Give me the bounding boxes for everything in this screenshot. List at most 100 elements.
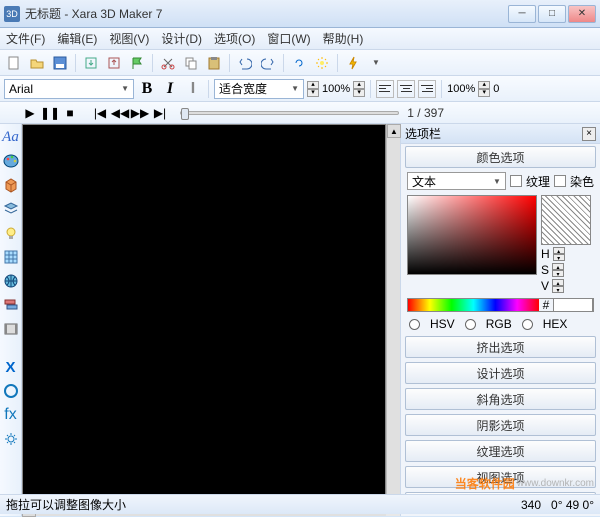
cursor-button[interactable]: I bbox=[183, 80, 203, 98]
texture-checkbox[interactable] bbox=[510, 175, 522, 187]
menubar: 文件(F) 编辑(E) 视图(V) 设计(D) 选项(O) 窗口(W) 帮助(H… bbox=[0, 28, 600, 50]
watermark: 当客软件园 www.downkr.com bbox=[455, 475, 594, 492]
save-icon[interactable] bbox=[50, 53, 70, 73]
fit-spinner[interactable]: ▴▾ bbox=[307, 81, 319, 97]
panel-close-icon[interactable]: × bbox=[582, 127, 596, 141]
target-selector[interactable]: 文本▼ bbox=[407, 172, 506, 190]
timeline-slider[interactable] bbox=[180, 111, 399, 115]
canvas-area: ▲ ◀ bbox=[22, 124, 400, 516]
prev-frame-icon[interactable]: ◀◀ bbox=[112, 105, 128, 121]
radio-hsv[interactable] bbox=[409, 319, 420, 330]
menu-options[interactable]: 选项(O) bbox=[214, 30, 255, 47]
align-right-button[interactable] bbox=[418, 80, 436, 98]
menu-edit[interactable]: 编辑(E) bbox=[57, 30, 97, 47]
fit-selector[interactable]: 适合宽度▼ bbox=[214, 79, 304, 99]
close-button[interactable]: ✕ bbox=[568, 5, 596, 23]
scroll-up-icon[interactable]: ▲ bbox=[387, 124, 401, 138]
palette-icon[interactable] bbox=[2, 152, 20, 170]
film-icon[interactable] bbox=[2, 320, 20, 338]
spin-value: 0 bbox=[493, 83, 499, 95]
panel-header: 选项栏 × bbox=[401, 124, 600, 144]
circle-tool-icon[interactable] bbox=[2, 382, 20, 400]
window-controls: ─ □ ✕ bbox=[508, 5, 596, 23]
first-frame-icon[interactable]: |◀ bbox=[92, 105, 108, 121]
zoom1-spinner[interactable]: ▴▾ bbox=[353, 81, 365, 97]
texture-label: 纹理 bbox=[526, 173, 550, 190]
undo-icon[interactable] bbox=[235, 53, 255, 73]
hsv-s-label: S bbox=[541, 263, 549, 277]
new-icon[interactable] bbox=[4, 53, 24, 73]
font-selector[interactable]: Arial▼ bbox=[4, 79, 134, 99]
menu-window[interactable]: 窗口(W) bbox=[267, 30, 310, 47]
link-icon[interactable] bbox=[289, 53, 309, 73]
dropdown-icon[interactable]: ▼ bbox=[366, 53, 386, 73]
stop-icon[interactable]: ■ bbox=[62, 105, 78, 121]
flag-icon[interactable] bbox=[127, 53, 147, 73]
statusbar: 拖拉可以调整图像大小 340 0° 49 0° bbox=[0, 494, 600, 514]
align-left-button[interactable] bbox=[376, 80, 394, 98]
swatch-preview bbox=[541, 195, 591, 245]
open-icon[interactable] bbox=[27, 53, 47, 73]
next-frame-icon[interactable]: ▶▶ bbox=[132, 105, 148, 121]
bold-button[interactable]: B bbox=[137, 80, 157, 98]
hsv-v-spinner[interactable]: ▴▾ bbox=[552, 279, 564, 293]
timeline-bar: ▶ ❚❚ ■ |◀ ◀◀ ▶▶ ▶| 1 / 397 bbox=[0, 102, 600, 124]
play-icon[interactable]: ▶ bbox=[22, 105, 38, 121]
menu-help[interactable]: 帮助(H) bbox=[323, 30, 364, 47]
fit-value: 适合宽度 bbox=[219, 80, 267, 97]
cut-icon[interactable] bbox=[158, 53, 178, 73]
bulb-icon[interactable] bbox=[2, 224, 20, 242]
color-mode-row: HSV RGB HEX bbox=[401, 314, 600, 334]
bevel-options-button[interactable]: 斜角选项 bbox=[405, 388, 596, 410]
design-options-button[interactable]: 设计选项 bbox=[405, 362, 596, 384]
hue-bar[interactable]: # bbox=[407, 298, 594, 312]
watermark-url: www.downkr.com bbox=[517, 478, 594, 489]
status-angle: 0° 49 0° bbox=[551, 498, 594, 512]
copy-icon[interactable] bbox=[181, 53, 201, 73]
paste-icon[interactable] bbox=[204, 53, 224, 73]
export-icon[interactable] bbox=[104, 53, 124, 73]
maximize-button[interactable]: □ bbox=[538, 5, 566, 23]
stack-icon[interactable] bbox=[2, 296, 20, 314]
radio-rgb[interactable] bbox=[465, 319, 476, 330]
grid-icon[interactable] bbox=[2, 248, 20, 266]
import-icon[interactable] bbox=[81, 53, 101, 73]
color-options-button[interactable]: 颜色选项 bbox=[405, 146, 596, 168]
radio-hex[interactable] bbox=[522, 319, 533, 330]
menu-file[interactable]: 文件(F) bbox=[6, 30, 45, 47]
cube-icon[interactable] bbox=[2, 176, 20, 194]
window-title: 无标题 - Xara 3D Maker 7 bbox=[25, 5, 508, 22]
texture-options-button[interactable]: 纹理选项 bbox=[405, 440, 596, 462]
bolt-icon[interactable] bbox=[343, 53, 363, 73]
pause-icon[interactable]: ❚❚ bbox=[42, 105, 58, 121]
hsv-v-label: V bbox=[541, 279, 549, 293]
italic-button[interactable]: I bbox=[160, 80, 180, 98]
hsv-s-spinner[interactable]: ▴▾ bbox=[552, 263, 564, 277]
light-icon[interactable] bbox=[312, 53, 332, 73]
layers-icon[interactable] bbox=[2, 200, 20, 218]
hsv-h-spinner[interactable]: ▴▾ bbox=[553, 247, 565, 261]
main-area: Aa X fx ▲ ◀ 选项栏 × 颜色选项 文本▼ bbox=[0, 124, 600, 516]
last-frame-icon[interactable]: ▶| bbox=[152, 105, 168, 121]
font-value: Arial bbox=[9, 82, 33, 96]
fx-icon[interactable]: fx bbox=[2, 406, 20, 424]
gear-icon[interactable] bbox=[2, 430, 20, 448]
zoom2-spinner[interactable]: ▴▾ bbox=[478, 81, 490, 97]
extrude-options-button[interactable]: 挤出选项 bbox=[405, 336, 596, 358]
hex-input[interactable] bbox=[553, 298, 593, 312]
redo-icon[interactable] bbox=[258, 53, 278, 73]
canvas[interactable] bbox=[22, 124, 386, 502]
scrollbar-vertical[interactable]: ▲ bbox=[386, 124, 400, 502]
zoom-2: 100% bbox=[447, 83, 475, 95]
minimize-button[interactable]: ─ bbox=[508, 5, 536, 23]
shadow-options-button[interactable]: 阴影选项 bbox=[405, 414, 596, 436]
app-icon: 3D bbox=[4, 6, 20, 22]
color-picker[interactable] bbox=[407, 195, 537, 275]
align-center-button[interactable] bbox=[397, 80, 415, 98]
tint-checkbox[interactable] bbox=[554, 175, 566, 187]
menu-design[interactable]: 设计(D) bbox=[161, 30, 202, 47]
menu-view[interactable]: 视图(V) bbox=[109, 30, 149, 47]
text-tool-icon[interactable]: Aa bbox=[2, 128, 20, 146]
x-logo-icon[interactable]: X bbox=[2, 358, 20, 376]
globe-icon[interactable] bbox=[2, 272, 20, 290]
